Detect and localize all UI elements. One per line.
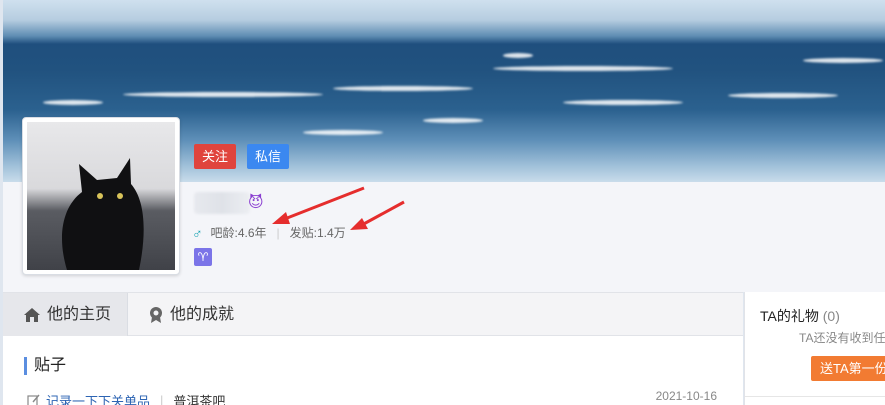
list-item: 记录一下下关单品 | 普洱茶吧 bbox=[27, 391, 225, 405]
follow-button[interactable]: 关注 bbox=[194, 144, 236, 169]
divider bbox=[745, 396, 885, 397]
main-content: 贴子 记录一下下关单品 | 普洱茶吧 2021-10-16 bbox=[3, 336, 743, 405]
post-title-link[interactable]: 记录一下下关单品 bbox=[46, 391, 150, 405]
post-forum-link[interactable]: 普洱茶吧 bbox=[173, 391, 225, 405]
profile-tabs: 他的主页 他的成就 bbox=[3, 292, 743, 337]
avatar[interactable] bbox=[22, 117, 180, 275]
tab-label: 他的成就 bbox=[170, 306, 235, 323]
gift-empty-text: TA还没有收到任 bbox=[799, 331, 885, 345]
tab-achievements[interactable]: 他的成就 bbox=[148, 293, 234, 337]
post-date: 2021-10-16 bbox=[655, 389, 717, 403]
tab-label: 他的主页 bbox=[47, 306, 112, 323]
gift-title: TA的礼物 (0) bbox=[760, 306, 840, 326]
edit-icon bbox=[27, 394, 40, 405]
gift-title-text: TA的礼物 bbox=[760, 308, 819, 324]
username-blurred bbox=[194, 192, 250, 214]
bar-age: 吧龄:4.6年 bbox=[210, 226, 267, 240]
gift-count: (0) bbox=[822, 308, 840, 324]
gender-icon: ♂ bbox=[192, 224, 203, 241]
avatar-image bbox=[27, 122, 175, 270]
black-cat-image bbox=[62, 158, 144, 270]
send-gift-button[interactable]: 送TA第一份礼 bbox=[811, 356, 885, 381]
home-icon bbox=[24, 308, 40, 322]
gift-panel: TA的礼物 (0) TA还没有收到任 送TA第一份礼 bbox=[744, 292, 885, 405]
section-title: 贴子 bbox=[24, 357, 66, 375]
tab-home[interactable]: 他的主页 bbox=[3, 293, 128, 337]
divider: | bbox=[160, 393, 164, 405]
annotation-arrow bbox=[350, 200, 405, 230]
zodiac-aries-icon: ♈ bbox=[194, 248, 212, 266]
message-button[interactable]: 私信 bbox=[247, 144, 289, 169]
medal-icon bbox=[150, 307, 162, 323]
